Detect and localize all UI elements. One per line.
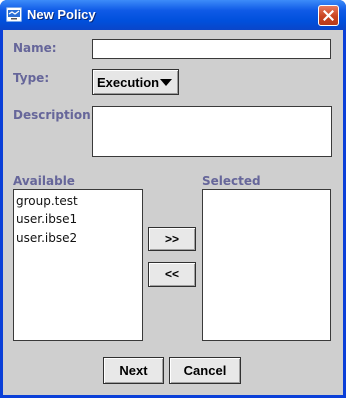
cancel-button[interactable]: Cancel [169,357,241,384]
available-label: Available [13,174,75,188]
type-select[interactable]: Execution [92,69,179,95]
title-bar[interactable]: New Policy [0,0,346,30]
list-item[interactable]: user.ibse2 [16,231,77,245]
network-window-icon [6,7,22,22]
dialog-body: Name: Type: Execution Description: Avail… [3,30,343,395]
name-input[interactable] [92,39,331,59]
window-title: New Policy [27,7,96,22]
close-icon [323,10,334,21]
description-label: Description: [13,108,96,122]
close-button[interactable] [318,5,339,26]
list-item[interactable]: group.test [16,194,78,208]
selected-list[interactable] [202,189,331,341]
available-list[interactable]: group.test user.ibse1 user.ibse2 [13,189,143,341]
remove-button[interactable]: << [148,262,196,287]
add-button[interactable]: >> [148,227,196,251]
description-input[interactable] [92,106,332,157]
selected-label: Selected [202,174,261,188]
dropdown-arrow-icon[interactable] [160,79,172,86]
type-select-value: Execution [97,75,160,90]
next-button[interactable]: Next [103,357,164,384]
new-policy-dialog: New Policy Name: Type: Execution Descrip… [0,0,346,398]
list-item[interactable]: user.ibse1 [16,212,77,226]
name-label: Name: [13,41,57,55]
type-label: Type: [13,71,50,85]
